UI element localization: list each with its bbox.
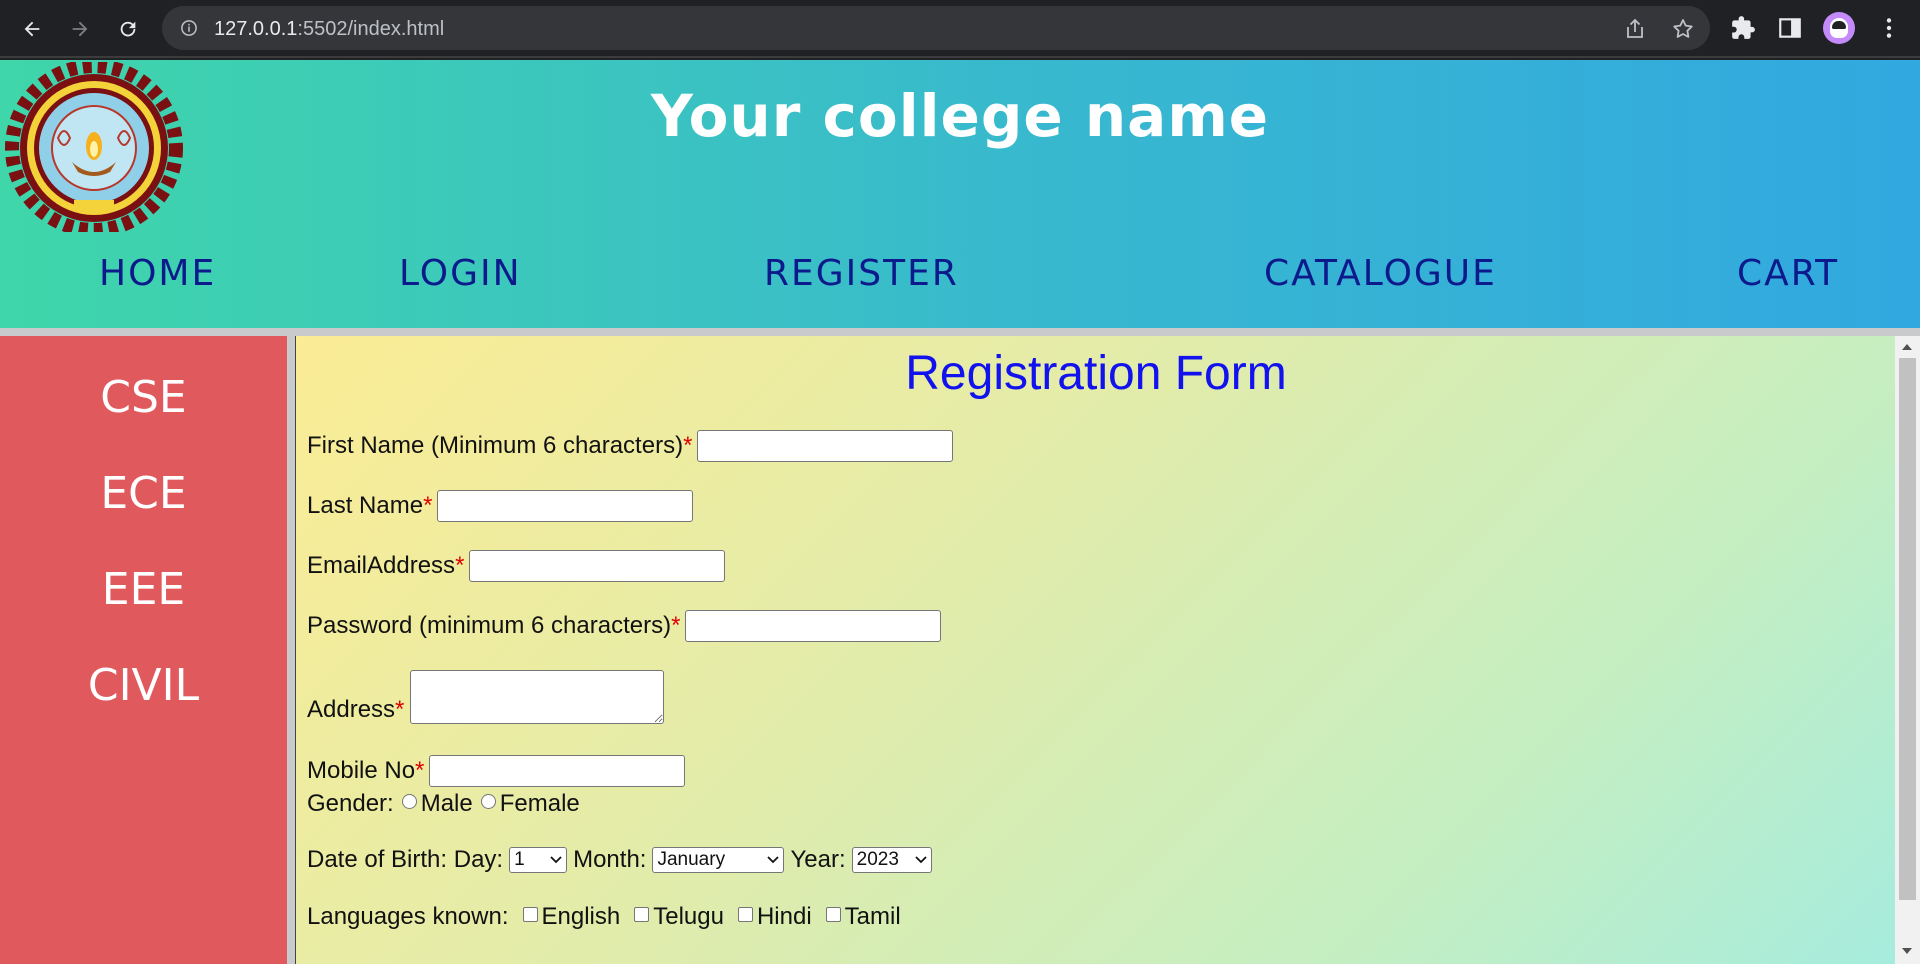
- mobile-label: Mobile No: [307, 757, 416, 784]
- sidebar-divider: [287, 336, 295, 964]
- url-path: :5502/index.html: [297, 18, 445, 40]
- email-row: EmailAddress *: [307, 550, 726, 582]
- reload-icon[interactable]: [112, 13, 144, 45]
- url-host: 127.0.0.1: [214, 18, 298, 40]
- gender-male-label[interactable]: Male: [421, 790, 473, 818]
- required-mark: *: [455, 552, 465, 579]
- first-name-label: First Name (Minimum 6 characters): [307, 432, 684, 459]
- language-tamil-checkbox[interactable]: [825, 906, 841, 922]
- gender-female-label[interactable]: Female: [500, 790, 580, 818]
- required-mark: *: [671, 612, 681, 639]
- language-hindi-checkbox[interactable]: [737, 906, 753, 922]
- mobile-input[interactable]: [429, 755, 686, 787]
- chevron-down-icon: [550, 856, 562, 864]
- address-row: Address *: [307, 670, 665, 724]
- required-mark: *: [683, 432, 693, 459]
- star-icon[interactable]: [1671, 17, 1695, 41]
- year-label: Year:: [790, 846, 846, 873]
- password-label: Password (minimum 6 characters): [307, 612, 672, 639]
- nav-link-catalogue[interactable]: CATALOGUE: [1264, 253, 1497, 294]
- gender-female-radio[interactable]: [480, 793, 496, 809]
- language-tamil-label[interactable]: Tamil: [845, 903, 901, 931]
- month-select-value: January: [657, 849, 726, 870]
- required-mark: *: [423, 492, 433, 519]
- address-label: Address: [307, 696, 396, 723]
- language-telugu-label[interactable]: Telugu: [653, 903, 724, 931]
- day-label: Day:: [453, 846, 504, 873]
- month-label: Month:: [573, 846, 647, 873]
- scroll-down-arrow-icon[interactable]: [1902, 948, 1912, 954]
- dob-row: Date of Birth: Day: 1 Month: January Yea…: [307, 846, 938, 874]
- back-arrow-icon[interactable]: [16, 13, 48, 45]
- chevron-down-icon: [767, 856, 780, 864]
- dob-label: Date of Birth:: [307, 846, 448, 873]
- scroll-up-arrow-icon[interactable]: [1902, 344, 1912, 350]
- info-icon[interactable]: [180, 19, 198, 37]
- language-hindi-label[interactable]: Hindi: [757, 903, 812, 931]
- email-input[interactable]: [469, 550, 726, 582]
- url-text: 127.0.0.1:5502/index.html: [214, 18, 444, 41]
- sidebar-item-civil[interactable]: CIVIL: [0, 660, 287, 711]
- registration-form-area: Registration Form First Name (Minimum 6 …: [295, 336, 1895, 964]
- nav-link-cart[interactable]: CART: [1737, 253, 1839, 294]
- top-navigation: HOME LOGIN REGISTER CATALOGUE CART: [0, 253, 1920, 313]
- languages-row: Languages known: English Telugu Hindi Ta…: [307, 903, 901, 931]
- gender-male-radio[interactable]: [401, 793, 417, 809]
- sidebar-item-cse[interactable]: CSE: [0, 372, 287, 423]
- day-select[interactable]: 1: [509, 847, 568, 873]
- language-telugu-checkbox[interactable]: [634, 906, 650, 922]
- year-select-value: 2023: [856, 849, 899, 870]
- department-sidebar: CSE ECE EEE CIVIL: [0, 336, 287, 964]
- day-select-value: 1: [514, 849, 525, 870]
- nav-link-register[interactable]: REGISTER: [764, 253, 959, 294]
- last-name-row: Last Name *: [307, 490, 694, 522]
- gender-label: Gender:: [307, 790, 394, 817]
- chevron-down-icon: [915, 856, 927, 864]
- first-name-input[interactable]: [697, 430, 954, 462]
- vertical-scrollbar[interactable]: [1895, 336, 1920, 964]
- year-select[interactable]: 2023: [851, 847, 932, 873]
- site-header: Your college name HOME LOGIN REGISTER CA…: [0, 59, 1920, 328]
- password-input[interactable]: [685, 610, 942, 642]
- share-icon[interactable]: [1623, 17, 1647, 41]
- last-name-label: Last Name: [307, 492, 424, 519]
- scrollbar-thumb[interactable]: [1899, 358, 1916, 900]
- language-english-checkbox[interactable]: [522, 906, 538, 922]
- browser-toolbar: 127.0.0.1:5502/index.html: [0, 0, 1920, 58]
- header-divider: [0, 328, 1920, 336]
- password-row: Password (minimum 6 characters) *: [307, 610, 942, 642]
- last-name-input[interactable]: [437, 490, 694, 522]
- web-page: Your college name HOME LOGIN REGISTER CA…: [0, 59, 1920, 964]
- side-panel-icon[interactable]: [1777, 15, 1803, 41]
- mobile-row: Mobile No *: [307, 755, 686, 787]
- sidebar-item-ece[interactable]: ECE: [0, 468, 287, 519]
- address-textarea[interactable]: [410, 670, 665, 724]
- more-menu-icon[interactable]: [1876, 15, 1902, 41]
- first-name-row: First Name (Minimum 6 characters) *: [307, 430, 954, 462]
- extensions-icon[interactable]: [1730, 15, 1756, 41]
- email-label: EmailAddress: [307, 552, 456, 579]
- college-name-title: Your college name: [650, 82, 1270, 150]
- nav-link-login[interactable]: LOGIN: [399, 253, 522, 294]
- forward-arrow-icon[interactable]: [64, 13, 96, 45]
- profile-avatar[interactable]: [1823, 12, 1855, 44]
- form-title: Registration Form: [905, 347, 1287, 400]
- required-mark: *: [395, 696, 405, 723]
- gender-row: Gender: Male Female: [307, 790, 580, 818]
- address-bar[interactable]: 127.0.0.1:5502/index.html: [162, 6, 1710, 50]
- sidebar-item-eee[interactable]: EEE: [0, 564, 287, 615]
- nav-link-home[interactable]: HOME: [99, 253, 216, 294]
- language-english-label[interactable]: English: [542, 903, 621, 931]
- month-select[interactable]: January: [652, 847, 785, 873]
- languages-label: Languages known:: [307, 903, 509, 930]
- required-mark: *: [415, 757, 425, 784]
